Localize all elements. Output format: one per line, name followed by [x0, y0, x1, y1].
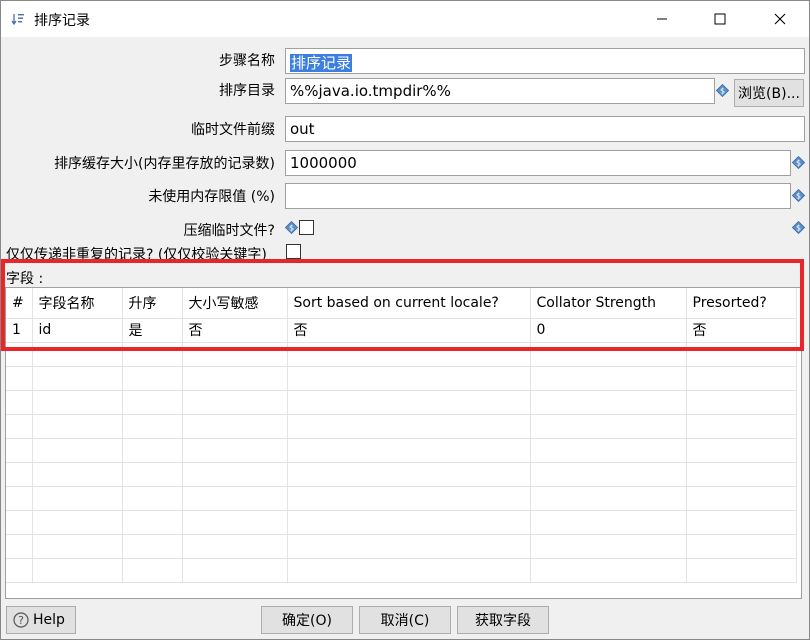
- fields-section-label: 字段 :: [6, 271, 44, 287]
- table-row-empty[interactable]: [6, 414, 797, 439]
- svg-text:$: $: [796, 223, 801, 232]
- browse-button[interactable]: 浏览(B)...: [734, 79, 804, 107]
- variable-icon: $: [791, 188, 806, 203]
- compress-label: 压缩临时文件?: [183, 223, 275, 239]
- variable-icon: $: [715, 83, 730, 98]
- buffer-size-input[interactable]: 1000000: [285, 150, 791, 176]
- variable-icon: $: [284, 220, 299, 235]
- sort-directory-input[interactable]: %%java.io.tmpdir%%: [285, 78, 715, 104]
- help-button[interactable]: ? Help: [6, 606, 76, 634]
- table-header-row: # 字段名称 升序 大小写敏感 Sort based on current lo…: [6, 288, 797, 319]
- column-header-collator-strength[interactable]: Collator Strength: [530, 288, 687, 319]
- cancel-button-label: 取消(C): [380, 613, 430, 629]
- svg-text:$: $: [289, 223, 294, 232]
- svg-text:?: ?: [18, 614, 24, 627]
- step-name-input[interactable]: 排序记录: [285, 48, 805, 74]
- close-button[interactable]: [751, 1, 809, 37]
- table-row-empty[interactable]: [6, 558, 797, 583]
- table-row-empty[interactable]: [6, 462, 797, 487]
- sort-rows-dialog: 排序记录 步骤名称 排序记录 排序目录 %%java.io.tmpdir%% $…: [0, 0, 810, 640]
- window-title: 排序记录: [34, 13, 90, 29]
- minimize-button[interactable]: [633, 1, 691, 37]
- get-fields-button[interactable]: 获取字段: [457, 606, 549, 634]
- column-header-case-sensitive[interactable]: 大小写敏感: [182, 288, 288, 319]
- svg-text:$: $: [796, 191, 801, 200]
- variable-icon: $: [791, 155, 806, 170]
- column-header-ascending[interactable]: 升序: [122, 288, 183, 319]
- cell-presorted[interactable]: 否: [686, 318, 797, 343]
- step-name-value: 排序记录: [290, 54, 353, 72]
- variable-icon: $: [791, 220, 806, 235]
- table-row-empty[interactable]: [6, 438, 797, 463]
- cell-index: 1: [6, 318, 33, 343]
- maximize-button[interactable]: [691, 1, 749, 37]
- cancel-button[interactable]: 取消(C): [359, 606, 451, 634]
- column-header-field-name[interactable]: 字段名称: [32, 288, 123, 319]
- table-row-empty[interactable]: [6, 510, 797, 535]
- fields-table[interactable]: # 字段名称 升序 大小写敏感 Sort based on current lo…: [5, 287, 802, 599]
- svg-text:$: $: [796, 158, 801, 167]
- sort-rows-icon: [11, 12, 25, 26]
- free-memory-input[interactable]: [285, 183, 791, 209]
- buffer-size-label: 排序缓存大小(内存里存放的记录数): [54, 156, 275, 172]
- help-button-label: Help: [33, 612, 65, 628]
- cell-ascending[interactable]: 是: [122, 318, 183, 343]
- table-row-empty[interactable]: [6, 486, 797, 511]
- column-header-index[interactable]: #: [6, 288, 33, 319]
- browse-button-label: 浏览(B)...: [738, 86, 800, 102]
- svg-text:$: $: [720, 86, 725, 95]
- cell-collator-strength[interactable]: 0: [530, 318, 687, 343]
- step-name-label: 步骤名称: [219, 53, 275, 69]
- table-row-empty[interactable]: [6, 390, 797, 415]
- temp-prefix-input[interactable]: out: [285, 116, 805, 142]
- title-bar: 排序记录: [1, 1, 809, 37]
- unique-rows-label: 仅仅传递非重复的记录? (仅仅校验关键字): [6, 247, 267, 263]
- table-row-empty[interactable]: [6, 342, 797, 367]
- table-row-empty[interactable]: [6, 534, 797, 559]
- cell-locale-sort[interactable]: 否: [287, 318, 531, 343]
- unique-rows-checkbox[interactable]: [286, 244, 301, 259]
- temp-prefix-label: 临时文件前缀: [191, 122, 275, 138]
- table-row[interactable]: 1 id 是 否 否 0 否: [6, 318, 797, 343]
- get-fields-button-label: 获取字段: [475, 613, 531, 629]
- column-header-presorted[interactable]: Presorted?: [686, 288, 797, 319]
- ok-button[interactable]: 确定(O): [261, 606, 353, 634]
- cell-case-sensitive[interactable]: 否: [182, 318, 288, 343]
- free-memory-label: 未使用内存限值 (%): [148, 189, 275, 205]
- table-row-empty[interactable]: [6, 366, 797, 391]
- column-header-locale-sort[interactable]: Sort based on current locale?: [287, 288, 531, 319]
- help-icon: ?: [13, 612, 29, 628]
- ok-button-label: 确定(O): [282, 613, 332, 629]
- sort-directory-label: 排序目录: [219, 83, 275, 99]
- cell-field-name[interactable]: id: [32, 318, 123, 343]
- compress-checkbox[interactable]: [299, 220, 314, 235]
